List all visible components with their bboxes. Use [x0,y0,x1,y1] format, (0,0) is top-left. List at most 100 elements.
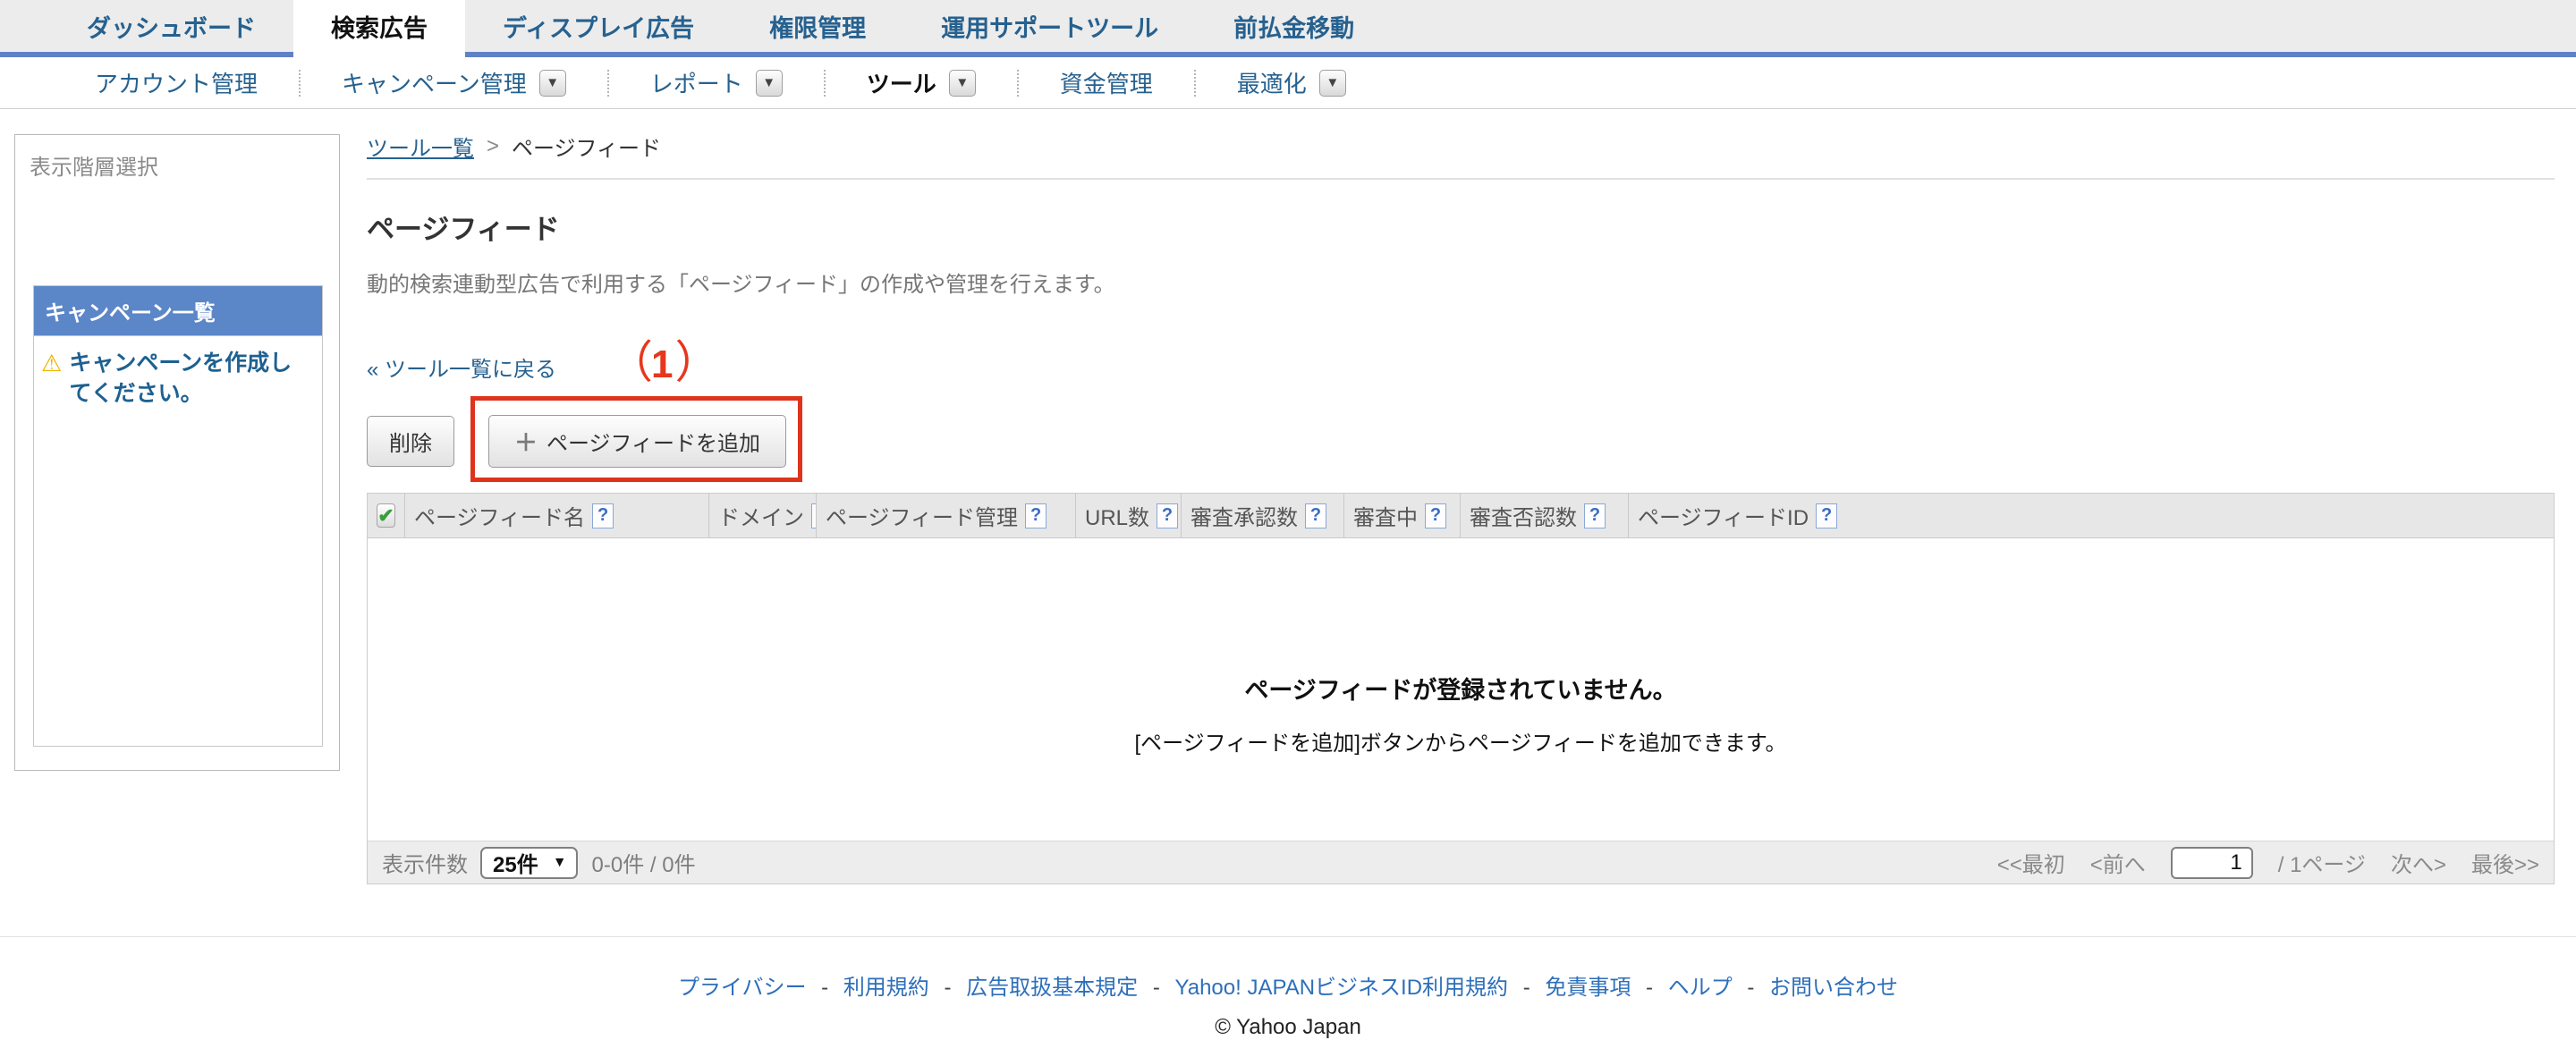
page-size-select[interactable]: 25件 ▼ [480,847,578,879]
header-cell-in-review: 審査中 ? [1344,494,1461,537]
column-label: ページフィード管理 [826,500,1018,531]
footer-separator: - [1646,976,1653,1000]
tab-search-ads[interactable]: 検索広告 [293,0,465,52]
tab-prepayment-transfer[interactable]: 前払金移動 [1196,0,1392,52]
warning-text: キャンペーンを作成してください。 [69,349,313,410]
page-number-input[interactable] [2171,847,2253,879]
footer-link-privacy[interactable]: プライバシー [678,976,807,1000]
footer-separator: - [1153,976,1160,1000]
footer-separator: - [1523,976,1530,1000]
breadcrumb-separator: > [487,134,499,159]
pagination-bar: 表示件数 25件 ▼ 0-0件 / 0件 <<最初 <前へ / 1ページ 次へ>… [368,841,2554,884]
header-cell-domain: ドメイン ? [709,494,817,537]
caret-down-icon[interactable]: ▼ [539,70,566,97]
hierarchy-sidebar: 表示階層選択 キャンペーン一覧 ⚠ キャンペーンを作成してください。 [14,134,340,771]
tab-permission-management[interactable]: 権限管理 [732,0,903,52]
warning-icon: ⚠ [41,349,62,410]
header-cell-checkbox: ✔ [368,494,405,537]
result-range-text: 0-0件 / 0件 [592,847,696,878]
subnav-tools[interactable]: ツール ▼ [826,66,1017,99]
subnav-optimization[interactable]: 最適化 ▼ [1196,66,1387,99]
header-cell-page-feed-name: ページフィード名 ? [405,494,709,537]
breadcrumb-tools-list-link[interactable]: ツール一覧 [367,131,474,162]
caret-down-icon[interactable]: ▼ [949,70,976,97]
subnav-funds-management[interactable]: 資金管理 [1019,66,1194,99]
hierarchy-panel: キャンペーン一覧 ⚠ キャンペーンを作成してください。 [33,285,323,747]
tab-display-ads[interactable]: ディスプレイ広告 [465,0,732,52]
footer-separator: - [1747,976,1754,1000]
help-icon[interactable]: ? [1305,503,1326,528]
page-footer: プライバシー - 利用規約 - 広告取扱基本規定 - Yahoo! JAPANビ… [0,936,2576,1040]
prev-page-link[interactable]: <前へ [2090,847,2146,878]
table-header-row: ✔ ページフィード名 ? ドメイン ? ページフィード管理 ? URL数 ? [368,494,2554,538]
delete-button[interactable]: 削除 [367,416,454,467]
tab-operation-support-tools[interactable]: 運用サポートツール [903,0,1196,52]
help-icon[interactable]: ? [1025,503,1046,528]
breadcrumb-current: ページフィード [512,131,661,162]
footer-link-help[interactable]: ヘルプ [1668,976,1733,1000]
subnav-label: キャンペーン管理 [342,66,527,99]
add-page-feed-button[interactable]: ＋ ページフィードを追加 [488,415,786,468]
footer-link-business-id-terms[interactable]: Yahoo! JAPANビジネスID利用規約 [1175,976,1509,1000]
caret-down-icon: ▼ [553,855,567,871]
hierarchy-label: 表示階層選択 [15,135,339,181]
top-tab-bar: ダッシュボード 検索広告 ディスプレイ広告 権限管理 運用サポートツール 前払金… [0,0,2576,57]
empty-state-subtitle: [ページフィードを追加]ボタンからページフィードを追加できます。 [368,725,2554,757]
help-icon[interactable]: ? [1157,503,1178,528]
column-label: 審査否認数 [1470,500,1577,531]
tab-dashboard[interactable]: ダッシュボード [49,0,293,52]
campaign-warning: ⚠ キャンペーンを作成してください。 [34,336,322,410]
subnav-campaign-management[interactable]: キャンペーン管理 ▼ [301,66,607,99]
subnav-label: ツール [867,66,936,99]
subnav-label: 資金管理 [1060,66,1153,99]
help-icon[interactable]: ? [1584,503,1606,528]
subnav-label: アカウント管理 [95,66,258,99]
header-cell-rejected-count: 審査否認数 ? [1461,494,1629,537]
header-cell-page-feed-id: ページフィードID ? [1629,494,2554,537]
add-page-feed-label: ページフィードを追加 [547,432,760,456]
column-label: ページフィード名 [414,500,585,531]
copyright: © Yahoo Japan [0,1015,2576,1040]
annotation-circle-1: （1） [608,342,716,383]
column-label: 審査中 [1353,500,1418,531]
footer-links: プライバシー - 利用規約 - 広告取扱基本規定 - Yahoo! JAPANビ… [0,969,2576,1001]
header-cell-page-feed-management: ページフィード管理 ? [817,494,1076,537]
help-icon[interactable]: ? [1816,503,1837,528]
subnav-label: 最適化 [1237,66,1307,99]
plus-icon: ＋ [514,429,538,456]
caret-down-icon[interactable]: ▼ [1319,70,1346,97]
sidebar-item-campaign-list[interactable]: キャンペーン一覧 [34,286,322,336]
header-cell-approved-count: 審査承認数 ? [1182,494,1344,537]
help-icon[interactable]: ? [592,503,614,528]
toolbar: 削除 ＋ ページフィードを追加 [367,415,2555,468]
back-to-tools-list-link[interactable]: « ツール一覧に戻る [367,351,556,383]
column-label: ドメイン [718,500,804,531]
footer-link-disclaimer[interactable]: 免責事項 [1545,976,1631,1000]
column-label: 審査承認数 [1191,500,1298,531]
footer-link-contact[interactable]: お問い合わせ [1769,976,1898,1000]
subnav-bar: アカウント管理 キャンペーン管理 ▼ レポート ▼ ツール ▼ 資金管理 最適化… [0,57,2576,109]
help-icon[interactable]: ? [1425,503,1446,528]
page-total-text: / 1ページ [2278,847,2366,878]
subnav-report[interactable]: レポート ▼ [609,66,824,99]
column-label: URL数 [1085,500,1149,531]
breadcrumb: ツール一覧 > ページフィード [367,131,2555,162]
next-page-link[interactable]: 次へ> [2391,847,2446,878]
last-page-link[interactable]: 最後>> [2471,847,2539,878]
page-size-value: 25件 [493,847,538,878]
column-label: ページフィードID [1638,500,1809,531]
footer-link-ad-rules[interactable]: 広告取扱基本規定 [966,976,1138,1000]
display-count-label: 表示件数 [382,847,468,878]
subnav-account-management[interactable]: アカウント管理 [54,66,299,99]
header-cell-url-count: URL数 ? [1076,494,1182,537]
page-feed-table: ✔ ページフィード名 ? ドメイン ? ページフィード管理 ? URL数 ? [367,493,2555,884]
subnav-label: レポート [650,66,743,99]
divider [367,178,2555,180]
select-all-checkbox[interactable]: ✔ [377,503,395,528]
caret-down-icon[interactable]: ▼ [756,70,783,97]
empty-state-title: ページフィードが登録されていません。 [368,671,2554,706]
page-description: 動的検索連動型広告で利用する「ページフィード」の作成や管理を行えます。 [367,266,2555,298]
page-title: ページフィード [367,207,2555,247]
first-page-link[interactable]: <<最初 [1997,847,2065,878]
footer-link-terms[interactable]: 利用規約 [843,976,929,1000]
